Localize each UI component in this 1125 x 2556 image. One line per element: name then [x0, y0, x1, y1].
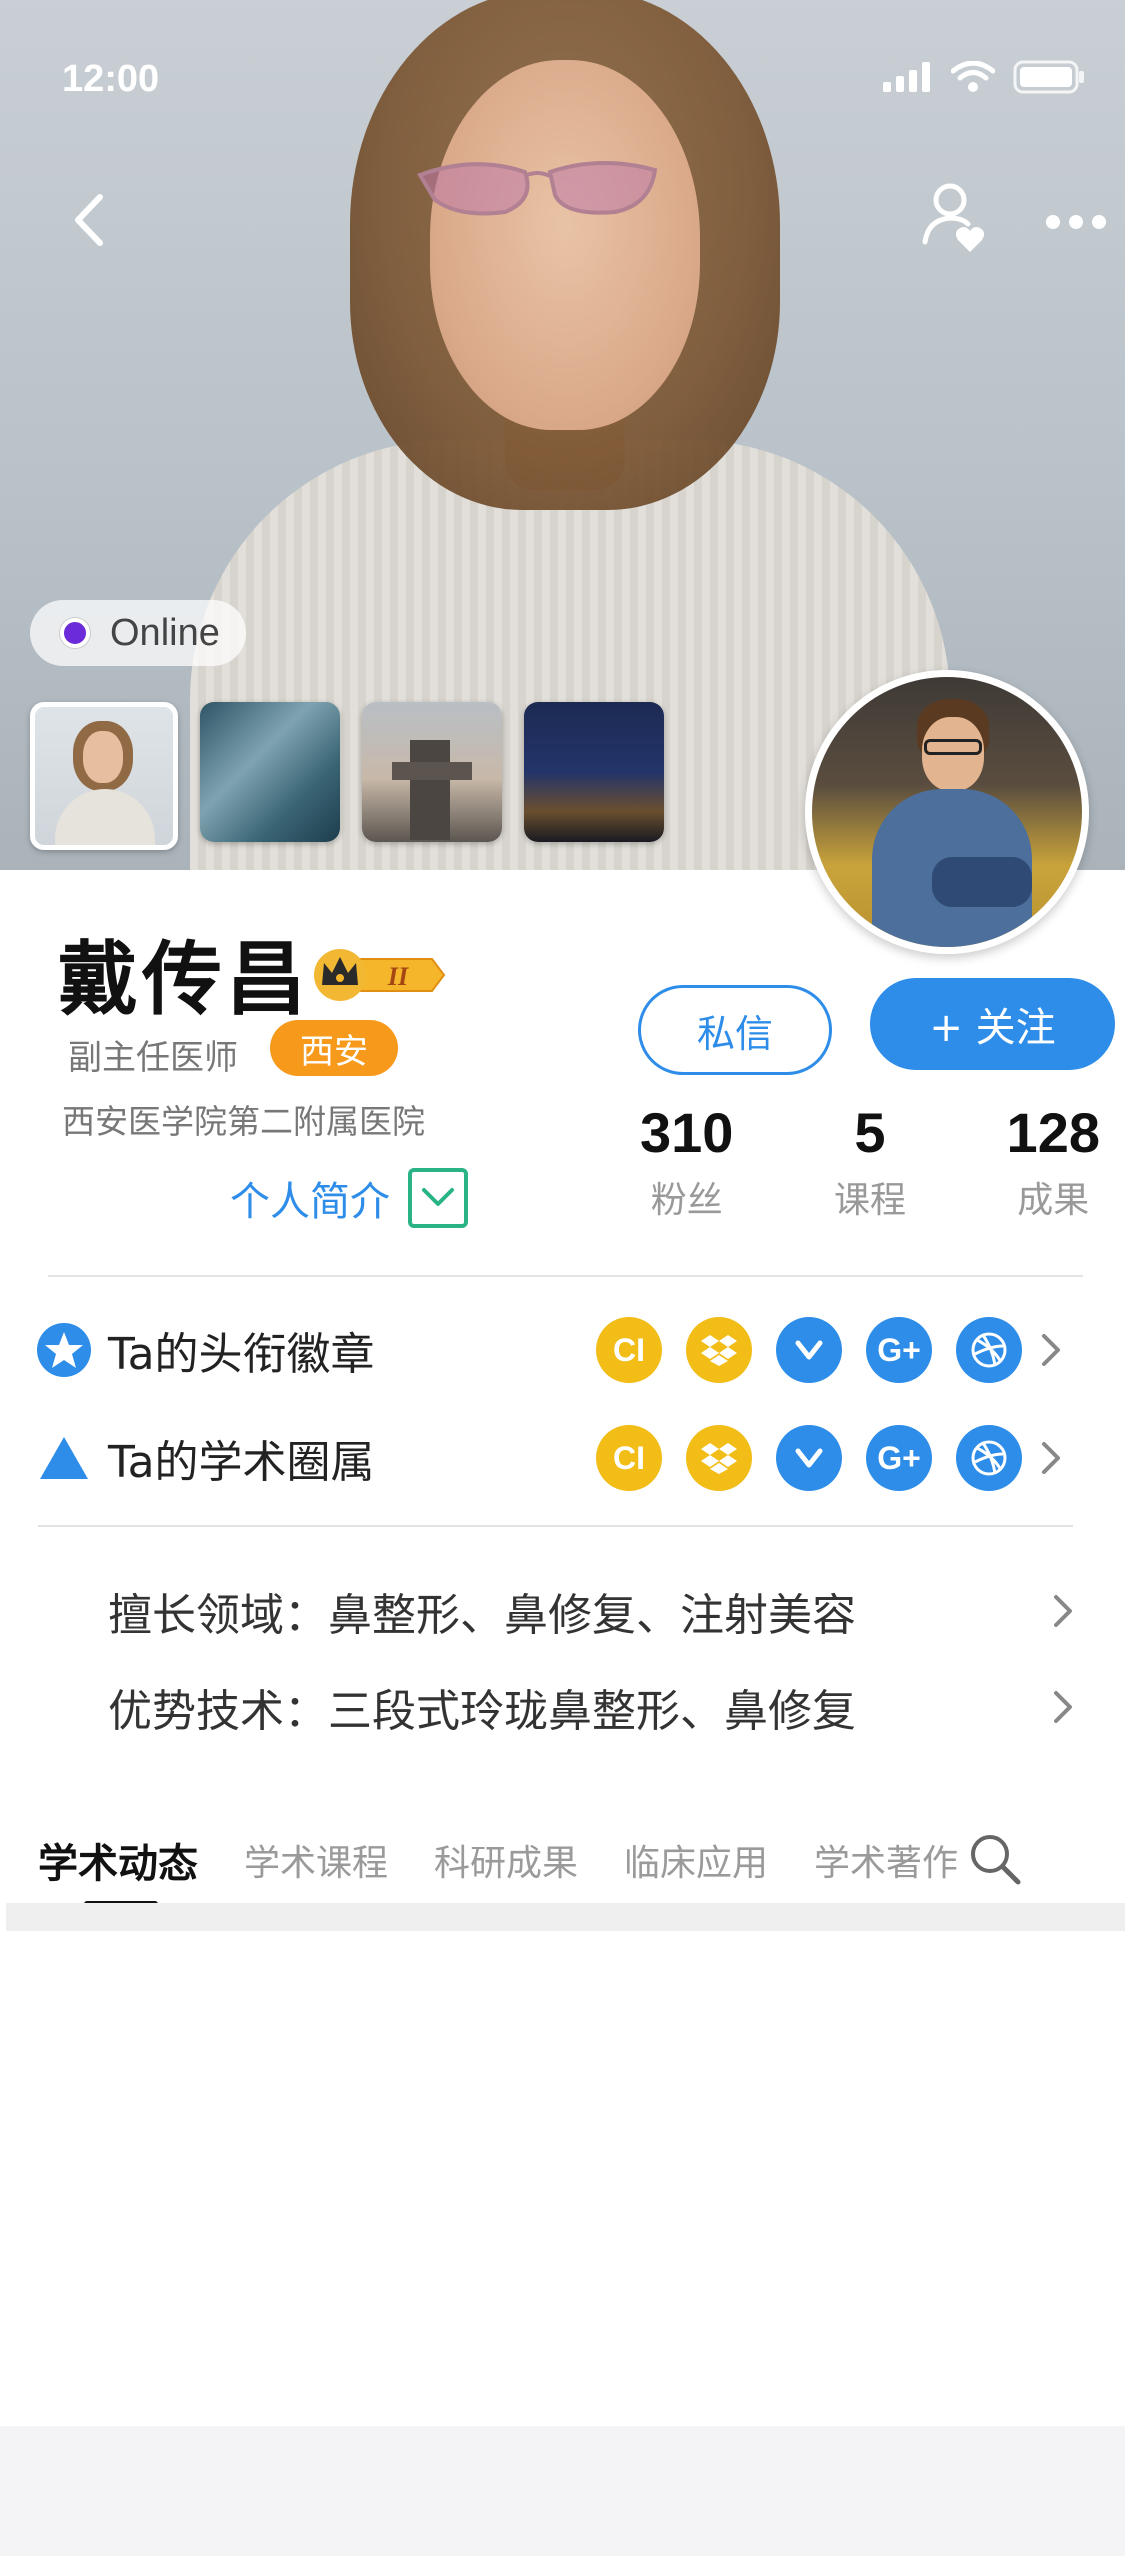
online-dot-icon [60, 618, 90, 648]
tab-academic-news[interactable]: 学术动态 [38, 1831, 198, 1907]
stat-label: 成果 [1017, 1180, 1090, 1221]
stat-label: 粉丝 [650, 1180, 723, 1221]
section-separator [6, 1903, 1125, 1931]
thumbnail-city-night[interactable] [524, 702, 664, 842]
thumbnail-ocean[interactable] [200, 702, 340, 842]
divider [48, 1275, 1083, 1277]
ci-icon[interactable]: CI [596, 1317, 662, 1383]
stat-fans[interactable]: 310 粉丝 [640, 1100, 733, 1223]
signal-icon [883, 62, 930, 92]
search-icon[interactable] [968, 1832, 1022, 1886]
stat-value: 310 [640, 1101, 734, 1164]
thumbnail-building[interactable] [362, 702, 502, 842]
message-button[interactable]: 私信 [638, 985, 832, 1075]
circles-row[interactable]: Ta的学术圈属 CI G+ [36, 1418, 1096, 1498]
triangle-icon [40, 1437, 88, 1479]
dropbox-icon[interactable] [686, 1425, 752, 1491]
chevron-right-icon [1042, 1334, 1060, 1366]
online-status-badge: Online [30, 600, 246, 666]
stats-row: 310 粉丝 5 课程 128 成果 [640, 1100, 1100, 1223]
thumbnail-portrait[interactable] [30, 702, 178, 850]
online-label: Online [110, 611, 220, 654]
more-icon[interactable] [1045, 210, 1107, 234]
badges-row[interactable]: Ta的头衔徽章 CI G+ [36, 1310, 1096, 1390]
specialty-row[interactable]: 擅长领域：鼻整形、鼻修复、注射美容 [108, 1578, 1078, 1644]
stat-achievements[interactable]: 128 成果 [1007, 1100, 1100, 1223]
stat-value: 5 [854, 1101, 886, 1164]
specialty-text: 擅长领域：鼻整形、鼻修复、注射美容 [108, 1590, 856, 1641]
wifi-icon [951, 61, 995, 92]
intro-label: 个人简介 [230, 1179, 390, 1225]
content-tabs: 学术动态 学术课程 科研成果 临床应用 学术著作 [38, 1820, 1098, 1907]
expand-down-icon [408, 1168, 468, 1228]
dropbox-icon[interactable] [686, 1317, 752, 1383]
follow-button[interactable]: + 关注 [870, 978, 1115, 1070]
status-time: 12:00 [62, 58, 160, 100]
badges-icon-list: CI G+ [596, 1317, 1022, 1383]
user-heart-icon[interactable] [920, 180, 990, 260]
divider [38, 1525, 1073, 1527]
google-plus-icon[interactable]: G+ [866, 1425, 932, 1491]
cover-glasses [417, 160, 658, 216]
chevron-right-icon [1054, 1691, 1072, 1723]
intro-toggle[interactable]: 个人简介 [230, 1168, 468, 1228]
city-tag: 西安 [270, 1020, 398, 1076]
circles-row-title: Ta的学术圈属 [108, 1437, 375, 1488]
stat-value: 128 [1006, 1101, 1100, 1164]
level-crown-badge: II [314, 949, 446, 1001]
stat-courses[interactable]: 5 课程 [834, 1100, 906, 1223]
chevron-right-icon [1042, 1442, 1060, 1474]
technique-text: 优势技术：三段式玲珑鼻整形、鼻修复 [108, 1686, 856, 1737]
google-plus-icon[interactable]: G+ [866, 1317, 932, 1383]
technique-row[interactable]: 优势技术：三段式玲珑鼻整形、鼻修复 [108, 1674, 1078, 1740]
badges-row-title: Ta的头衔徽章 [108, 1329, 375, 1380]
tab-research-results[interactable]: 科研成果 [434, 1834, 578, 1886]
avatar[interactable] [805, 670, 1089, 954]
dribbble-icon[interactable] [956, 1425, 1022, 1491]
level-badge-text: II [387, 962, 409, 991]
cover-person-face [430, 60, 700, 430]
photo-thumbnails [30, 702, 664, 850]
chevron-right-icon [1054, 1595, 1072, 1627]
back-icon[interactable] [62, 185, 122, 255]
ci-icon[interactable]: CI [596, 1425, 662, 1491]
doctor-title: 副主任医师 [68, 1038, 238, 1078]
circles-icon-list: CI G+ [596, 1425, 1022, 1491]
dribbble-icon[interactable] [956, 1317, 1022, 1383]
tab-clinical-application[interactable]: 临床应用 [624, 1834, 768, 1886]
star-badge-icon [37, 1323, 91, 1377]
hospital-name: 西安医学院第二附属医院 [62, 1102, 425, 1141]
status-icons [883, 60, 1085, 94]
tab-academic-courses[interactable]: 学术课程 [244, 1834, 388, 1886]
profile-name: 戴传昌 [58, 933, 310, 1026]
vine-icon[interactable] [776, 1425, 842, 1491]
vine-icon[interactable] [776, 1317, 842, 1383]
battery-icon [1013, 60, 1084, 94]
stat-label: 课程 [833, 1180, 906, 1221]
tab-academic-works[interactable]: 学术著作 [814, 1834, 958, 1886]
